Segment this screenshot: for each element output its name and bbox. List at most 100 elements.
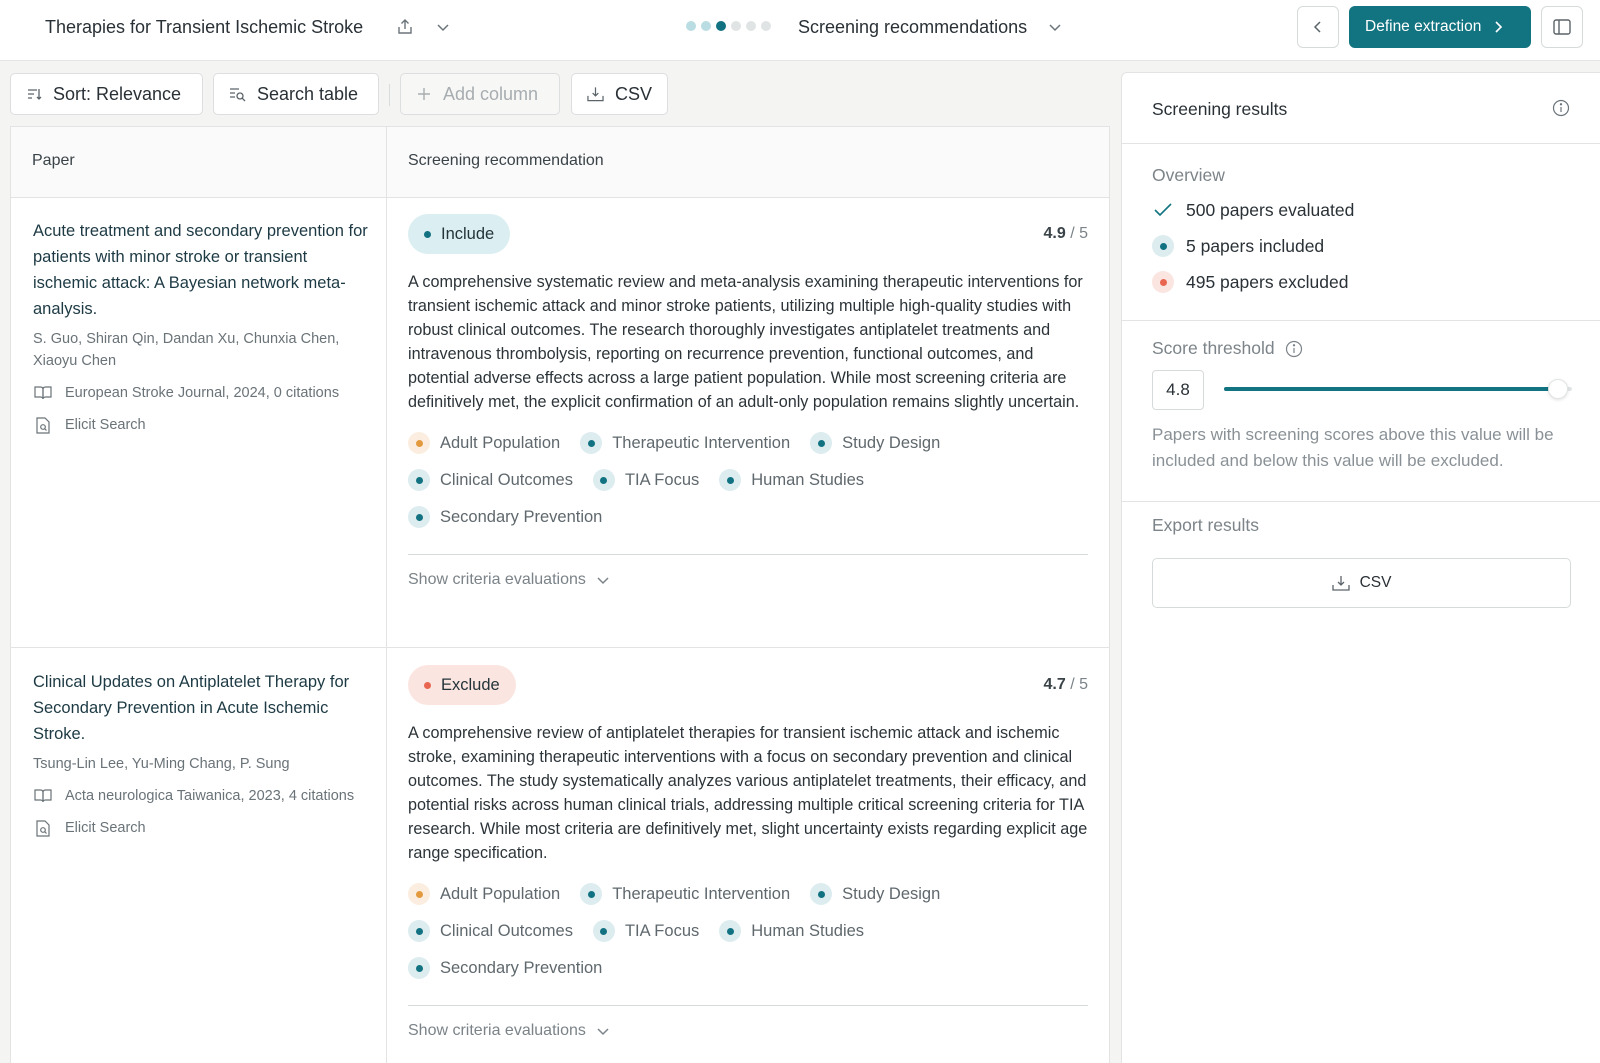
- criterion-label: Adult Population: [440, 433, 561, 452]
- criterion-label: Human Studies: [751, 921, 865, 940]
- document-search-icon: [33, 817, 53, 839]
- top-bar: Therapies for Transient Ischemic Stroke …: [0, 0, 1600, 61]
- included-dot-icon: [1152, 235, 1174, 257]
- define-extraction-button[interactable]: Define extraction: [1349, 6, 1531, 48]
- sidebar-panel-icon: [1553, 19, 1571, 35]
- recommendation-summary: A comprehensive review of antiplatelet t…: [408, 724, 1088, 862]
- chevron-left-icon: [1313, 21, 1321, 33]
- criterion-met-icon: [719, 469, 742, 491]
- criterion-label: Secondary Prevention: [440, 507, 603, 526]
- previous-step-button[interactable]: [1297, 6, 1339, 48]
- toggle-panel-button[interactable]: [1541, 6, 1583, 48]
- criterion-met-icon: [592, 920, 615, 942]
- score-max: / 5: [1070, 676, 1088, 693]
- divider: [408, 1005, 1088, 1006]
- recommendation-cell: Include 4.9 / 5 A comprehensive systemat…: [408, 214, 1088, 589]
- criterion-met-icon: [580, 432, 603, 454]
- step-title[interactable]: Screening recommendations: [798, 17, 1027, 38]
- criterion-item: Clinical Outcomes: [408, 920, 573, 942]
- criterion-label: TIA Focus: [624, 470, 700, 489]
- export-csv-button[interactable]: CSV: [1152, 558, 1571, 608]
- show-criteria-label: Show criteria evaluations: [408, 571, 586, 588]
- sort-icon: [28, 89, 42, 100]
- criterion-met-icon: [408, 920, 430, 942]
- excluded-text: 495 papers excluded: [1186, 271, 1349, 292]
- toolbar-divider: [389, 84, 390, 106]
- show-criteria-label: Show criteria evaluations: [408, 1022, 586, 1039]
- share-icon[interactable]: [394, 16, 416, 38]
- chevron-down-icon[interactable]: [432, 16, 454, 38]
- step-dot: [701, 21, 711, 31]
- column-header-recommendation[interactable]: Screening recommendation: [408, 152, 604, 170]
- source-text[interactable]: Elicit Search: [65, 414, 146, 436]
- criterion-item: TIA Focus: [592, 469, 700, 491]
- criterion-met-icon: [408, 506, 430, 528]
- evaluated-count: 500 papers evaluated: [1152, 199, 1354, 221]
- info-icon[interactable]: [1552, 99, 1570, 122]
- criteria-list: Adult Population Therapeutic Interventio…: [408, 883, 1028, 979]
- criterion-label: Human Studies: [751, 470, 865, 489]
- source-text[interactable]: Elicit Search: [65, 817, 146, 839]
- chevron-right-icon: [1495, 21, 1503, 33]
- criterion-uncertain-icon: [408, 432, 430, 454]
- screening-results-panel: Screening results Overview 500 papers ev…: [1121, 72, 1600, 1063]
- criterion-label: Clinical Outcomes: [440, 470, 573, 489]
- criterion-label: Secondary Prevention: [440, 958, 603, 977]
- paper-title[interactable]: Acute treatment and secondary prevention…: [33, 218, 373, 322]
- score: 4.9 / 5: [1044, 225, 1089, 243]
- show-criteria-toggle[interactable]: Show criteria evaluations: [408, 1022, 1088, 1040]
- table-row: Clinical Updates on Antiplatelet Therapy…: [11, 649, 1109, 1063]
- search-table-button[interactable]: Search table: [213, 73, 379, 115]
- download-icon: [1331, 576, 1350, 591]
- threshold-label: Score threshold: [1152, 338, 1303, 359]
- criterion-item: Secondary Prevention: [408, 506, 602, 528]
- criterion-item: Secondary Prevention: [408, 957, 602, 979]
- threshold-label-text: Score threshold: [1152, 338, 1275, 358]
- criterion-met-icon: [408, 469, 430, 491]
- criterion-met-icon: [592, 469, 615, 491]
- column-header-paper[interactable]: Paper: [32, 152, 75, 170]
- paper-title[interactable]: Clinical Updates on Antiplatelet Therapy…: [33, 669, 373, 747]
- score-max: / 5: [1070, 225, 1088, 242]
- criteria-list: Adult Population Therapeutic Interventio…: [408, 432, 1028, 528]
- info-icon[interactable]: [1285, 340, 1303, 358]
- decision-label: Exclude: [441, 675, 500, 694]
- csv-download-button[interactable]: CSV: [571, 73, 668, 115]
- journal-text: Acta neurologica Taiwanica, 2023, 4 cita…: [65, 788, 355, 804]
- export-label: Export results: [1152, 515, 1259, 535]
- sort-button[interactable]: Sort: Relevance: [10, 73, 203, 115]
- step-chevron-down-icon[interactable]: [1044, 16, 1066, 38]
- threshold-input[interactable]: 4.8: [1152, 370, 1204, 410]
- search-table-icon: [230, 88, 246, 102]
- add-column-button[interactable]: Add column: [400, 73, 560, 115]
- document-search-icon: [33, 414, 53, 436]
- book-icon: [33, 785, 53, 807]
- step-dot: [731, 21, 741, 31]
- slider-fill: [1224, 387, 1559, 391]
- criterion-label: Study Design: [842, 433, 941, 452]
- criterion-uncertain-icon: [408, 883, 430, 905]
- criterion-met-icon: [810, 432, 833, 454]
- table-row: Acute treatment and secondary prevention…: [11, 198, 1109, 648]
- check-icon: [1152, 199, 1174, 221]
- journal-text: European Stroke Journal, 2024, 0 citatio…: [65, 385, 340, 401]
- recommendation-summary: A comprehensive systematic review and me…: [408, 273, 1083, 411]
- table-header: Paper Screening recommendation: [11, 127, 1109, 198]
- included-text: 5 papers included: [1186, 235, 1325, 256]
- panel-title: Screening results: [1152, 99, 1288, 119]
- slider-handle[interactable]: [1548, 379, 1569, 399]
- criterion-met-icon: [719, 920, 742, 942]
- criterion-met-icon: [408, 957, 430, 979]
- show-criteria-toggle[interactable]: Show criteria evaluations: [408, 571, 1088, 589]
- divider: [1122, 143, 1600, 144]
- criterion-item: Clinical Outcomes: [408, 469, 573, 491]
- score: 4.7 / 5: [1044, 676, 1089, 694]
- paper-journal: Acta neurologica Taiwanica, 2023, 4 cita…: [33, 785, 373, 807]
- criterion-label: TIA Focus: [624, 921, 700, 940]
- add-column-label: Add column: [443, 83, 539, 104]
- threshold-slider[interactable]: [1224, 379, 1572, 399]
- paper-source: Elicit Search: [33, 817, 373, 839]
- project-title[interactable]: Therapies for Transient Ischemic Stroke: [45, 17, 363, 38]
- step-dot: [746, 21, 756, 31]
- criterion-item: Adult Population: [408, 432, 560, 454]
